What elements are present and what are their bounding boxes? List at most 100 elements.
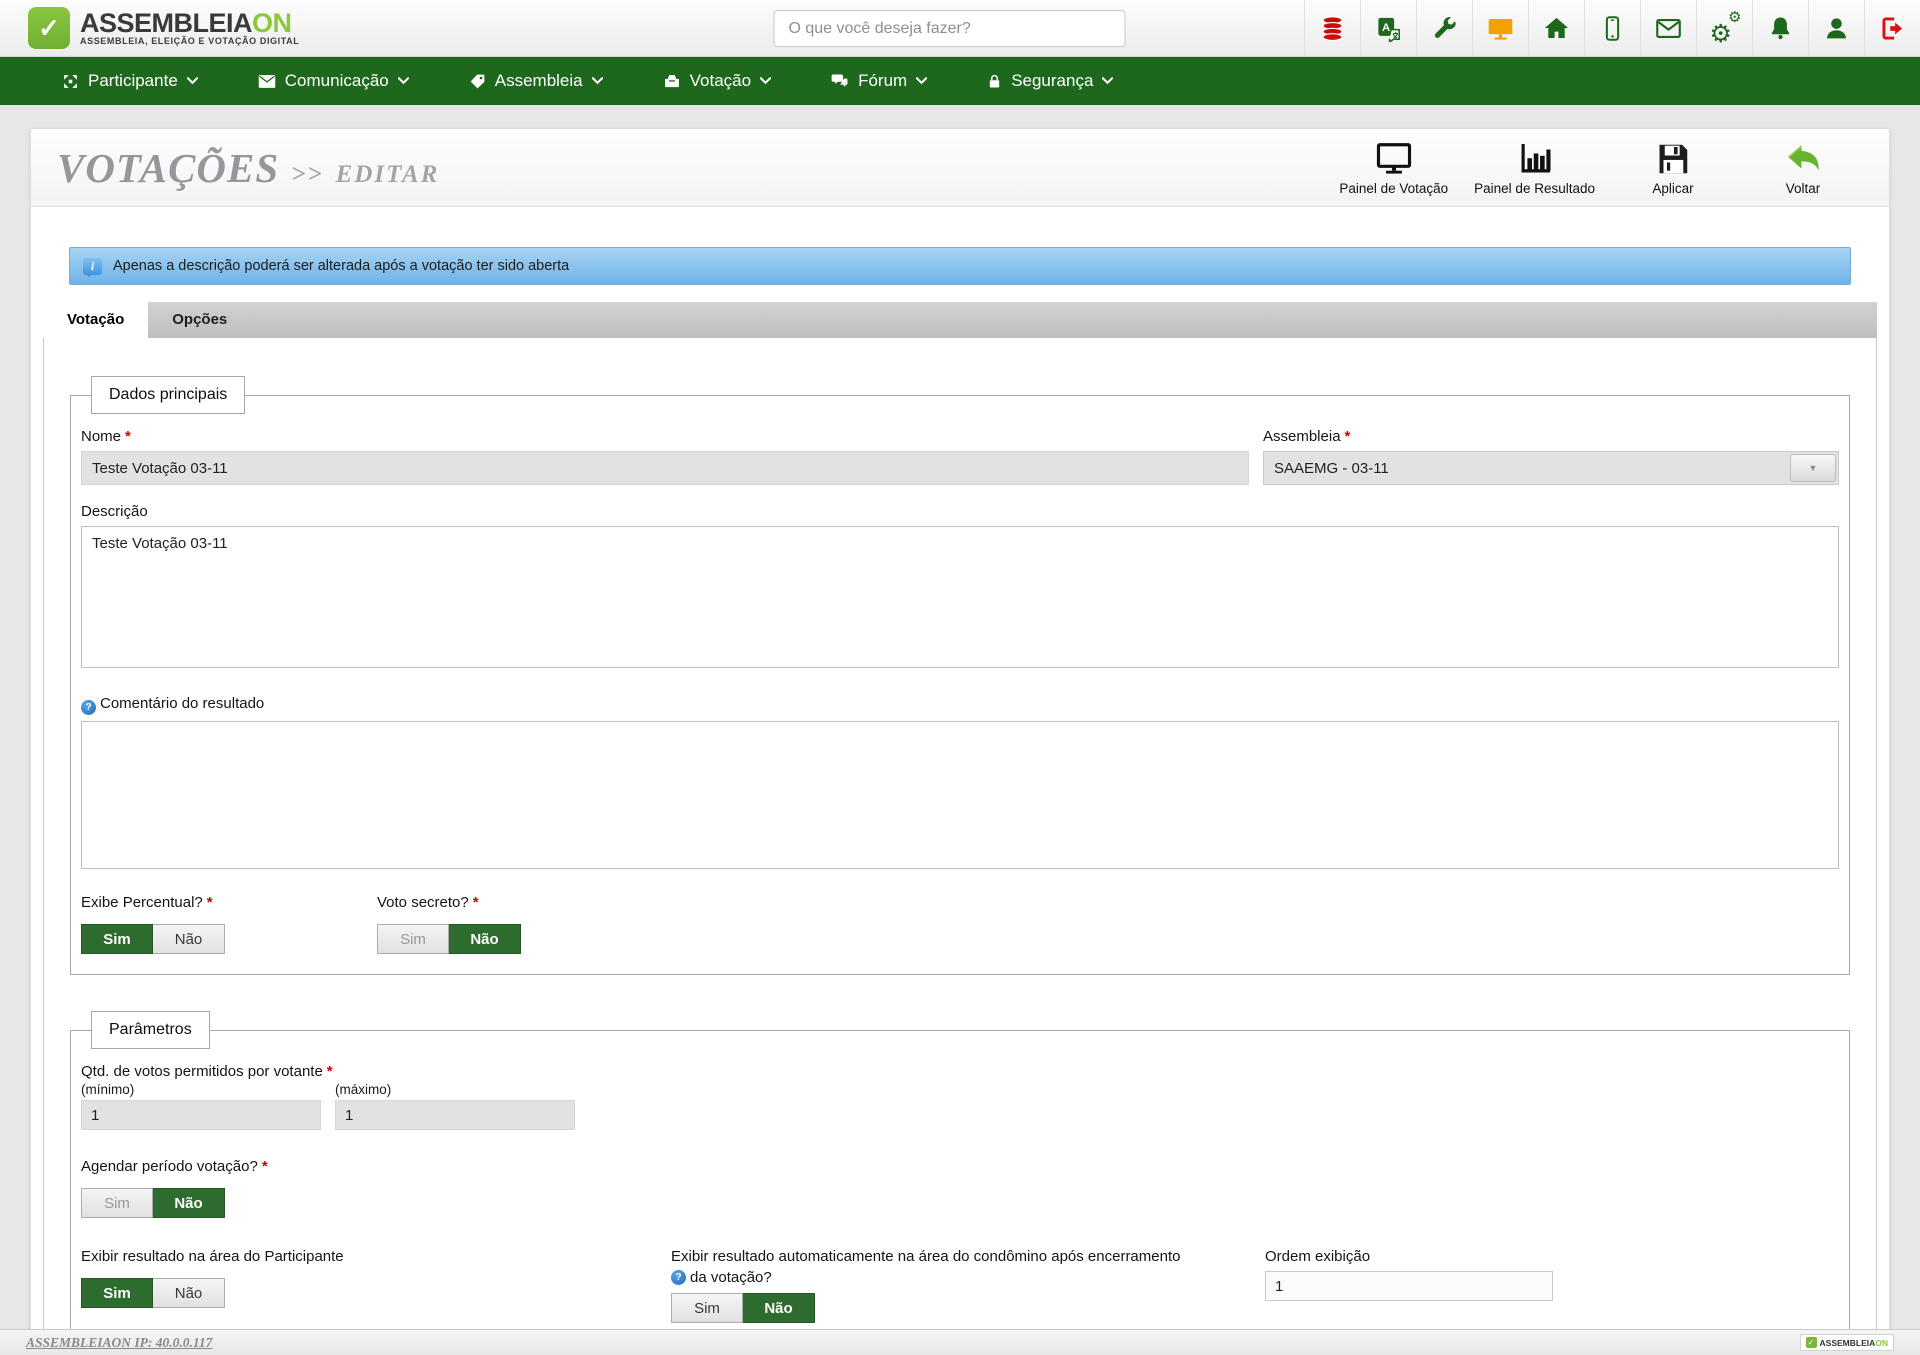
footer-brand-badge[interactable]: ✓ ASSEMBLEIAON [1800, 1334, 1894, 1351]
exibir-participante-sim[interactable]: Sim [81, 1278, 153, 1308]
nav-label: Fórum [858, 71, 907, 91]
select-dropdown-button[interactable]: ▼ [1790, 454, 1836, 482]
voto-secreto-nao[interactable]: Não [449, 924, 521, 954]
translate-button[interactable]: A [1360, 0, 1416, 56]
agendar-sim[interactable]: Sim [81, 1188, 153, 1218]
ordem-exibicao-input[interactable] [1265, 1271, 1553, 1301]
nome-input[interactable] [81, 451, 1249, 485]
badge-check-icon: ✓ [1806, 1337, 1817, 1348]
maximo-input[interactable] [335, 1100, 575, 1130]
maximo-label: (máximo) [335, 1082, 575, 1097]
help-icon[interactable]: ? [81, 700, 96, 715]
ballot-box-icon [663, 73, 681, 89]
page-footer: ASSEMBLEIAON IP: 40.0.0.117 ✓ ASSEMBLEIA… [0, 1329, 1920, 1355]
user-icon [1823, 15, 1850, 42]
painel-resultado-button[interactable]: Painel de Resultado [1466, 136, 1603, 200]
page-title-main: VOTAÇÕES [57, 144, 279, 192]
panel-button[interactable] [1472, 0, 1528, 56]
translate-icon: A [1375, 15, 1402, 42]
exibir-automatico-toggle: Sim Não [671, 1293, 815, 1323]
legend-parametros: Parâmetros [91, 1011, 210, 1049]
assembleia-selected-value: SAAEMG - 03-11 [1274, 460, 1389, 477]
minimo-input[interactable] [81, 1100, 321, 1130]
page-title-bar: VOTAÇÕES >> EDITAR Painel de Votação Pai… [31, 129, 1889, 207]
minimo-label: (mínimo) [81, 1082, 321, 1097]
tab-strip: Votação Opções [43, 302, 1877, 338]
tools-button[interactable] [1416, 0, 1472, 56]
assembleia-select[interactable]: SAAEMG - 03-11 ▼ [1263, 451, 1839, 485]
footer-ip-text: ASSEMBLEIAON IP: 40.0.0.117 [26, 1335, 212, 1351]
fieldset-parametros: Parâmetros Qtd. de votos permitidos por … [70, 1011, 1850, 1355]
notifications-button[interactable] [1752, 0, 1808, 56]
brand-main: ASSEMBLEIA [80, 8, 252, 38]
nav-participante[interactable]: Participante [32, 57, 228, 105]
bell-icon [1767, 15, 1794, 42]
chevron-down-icon [760, 77, 771, 85]
mobile-icon [1599, 15, 1626, 42]
page-actions: Painel de Votação Painel de Resultado Ap… [1331, 136, 1863, 200]
tab-votacao[interactable]: Votação [43, 302, 148, 338]
tab-opcoes[interactable]: Opções [148, 302, 251, 338]
assembleia-label: Assembleia* [1263, 428, 1839, 445]
exibe-percentual-nao[interactable]: Não [153, 924, 225, 954]
nav-assembleia[interactable]: Assembleia [439, 57, 633, 105]
mobile-button[interactable] [1584, 0, 1640, 56]
voto-secreto-sim[interactable]: Sim [377, 924, 449, 954]
nav-seguranca[interactable]: Segurança [957, 57, 1143, 105]
nav-label: Participante [88, 71, 178, 91]
exibir-participante-nao[interactable]: Não [153, 1278, 225, 1308]
quick-icon-bar: A ⚙⚙ [1304, 0, 1920, 56]
brand-tagline: ASSEMBLEIA, ELEIÇÃO E VOTAÇÃO DIGITAL [80, 36, 299, 46]
exibe-percentual-toggle: Sim Não [81, 924, 225, 954]
agendar-nao[interactable]: Não [153, 1188, 225, 1218]
settings-button[interactable]: ⚙⚙ [1696, 0, 1752, 56]
exibir-automatico-nao[interactable]: Não [743, 1293, 815, 1323]
database-icon [1319, 15, 1346, 42]
monitor-icon [1487, 15, 1514, 42]
database-button[interactable] [1304, 0, 1360, 56]
aplicar-button[interactable]: Aplicar [1613, 136, 1733, 200]
mail-button[interactable] [1640, 0, 1696, 56]
exibir-resultado-participante-label: Exibir resultado na área do Participante [81, 1248, 671, 1265]
svg-text:A: A [1382, 21, 1390, 33]
logout-button[interactable] [1864, 0, 1920, 56]
help-icon[interactable]: ? [671, 1270, 686, 1285]
painel-votacao-button[interactable]: Painel de Votação [1331, 136, 1456, 200]
info-bubble-icon: i [83, 258, 102, 275]
nav-votacao[interactable]: Votação [633, 57, 801, 105]
monitor-outline-icon [1375, 140, 1413, 178]
exibir-automatico-sim[interactable]: Sim [671, 1293, 743, 1323]
required-mark: * [262, 1158, 268, 1175]
chevron-down-icon [1102, 77, 1113, 85]
voltar-button[interactable]: Voltar [1743, 136, 1863, 200]
back-arrow-icon [1784, 140, 1822, 178]
comentario-textarea[interactable] [81, 721, 1839, 869]
exibir-automatico-label-line1: Exibir resultado automaticamente na área… [671, 1248, 1265, 1265]
exibe-percentual-label: Exibe Percentual?* [81, 894, 377, 911]
search-input[interactable] [773, 10, 1125, 47]
nav-label: Comunicação [285, 71, 389, 91]
content-card: VOTAÇÕES >> EDITAR Painel de Votação Pai… [30, 128, 1890, 1355]
exibe-percentual-sim[interactable]: Sim [81, 924, 153, 954]
exibir-automatico-label-line2: ?da votação? [671, 1269, 1265, 1286]
action-label: Painel de Votação [1339, 181, 1448, 196]
nome-label: Nome* [81, 428, 1249, 445]
descricao-textarea[interactable]: Teste Votação 03-11 [81, 526, 1839, 668]
breadcrumb-separator: >> [291, 161, 324, 189]
voto-secreto-toggle: Sim Não [377, 924, 521, 954]
home-icon [1543, 15, 1570, 42]
tag-icon [469, 73, 486, 90]
nav-comunicacao[interactable]: Comunicação [228, 57, 439, 105]
profile-button[interactable] [1808, 0, 1864, 56]
required-mark: * [207, 894, 213, 911]
agendar-periodo-toggle: Sim Não [81, 1188, 225, 1218]
brand-accent: ON [252, 8, 292, 38]
chevron-down-icon [916, 77, 927, 85]
nav-label: Votação [690, 71, 751, 91]
voto-secreto-label: Voto secreto?* [377, 894, 521, 911]
home-button[interactable] [1528, 0, 1584, 56]
app-logo[interactable]: ✓ ASSEMBLEIAON ASSEMBLEIA, ELEIÇÃO E VOT… [28, 7, 299, 49]
tab-content: Dados principais Nome* Assembleia* SAAEM… [43, 338, 1877, 1355]
nav-forum[interactable]: Fórum [801, 57, 957, 105]
main-nav: Participante Comunicação Assembleia Vota… [0, 57, 1920, 105]
